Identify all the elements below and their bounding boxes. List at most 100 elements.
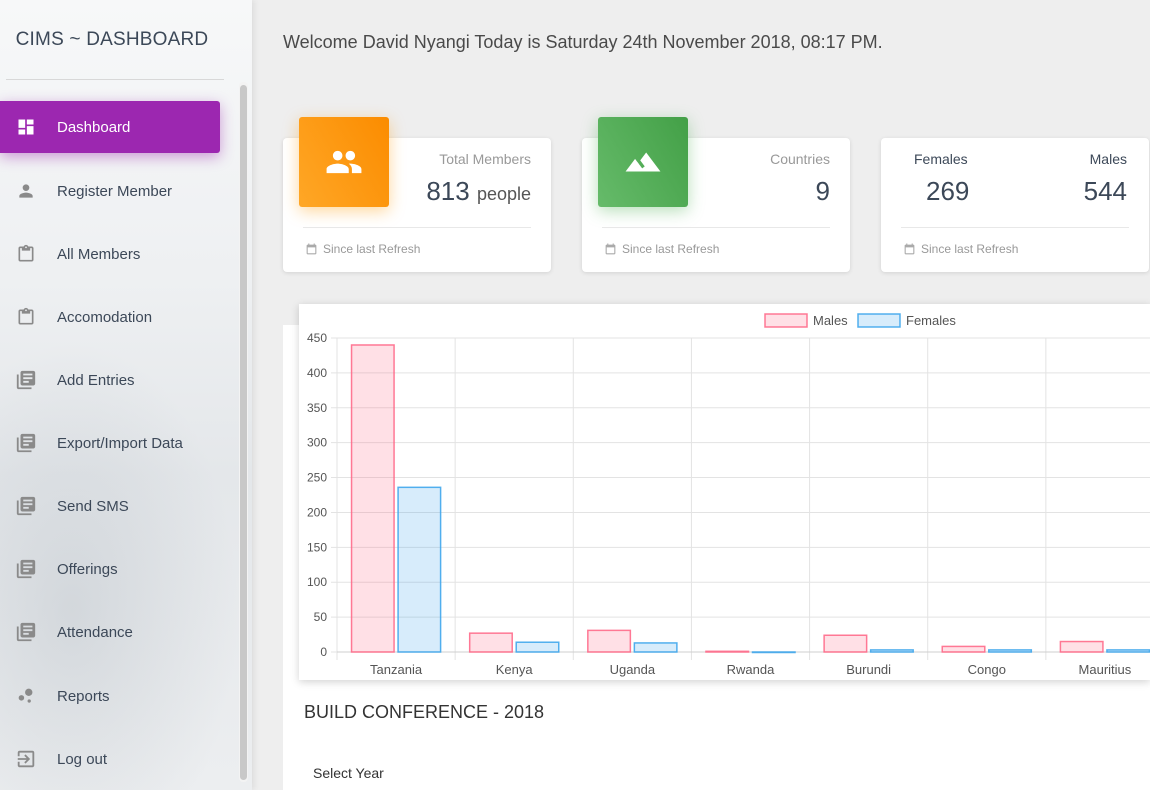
- sidebar-item-label: Offerings: [57, 560, 118, 578]
- sidebar-item-label: Dashboard: [57, 118, 131, 136]
- countries-card: Countries 9 Since last Refresh: [582, 117, 850, 272]
- card-divider: [303, 227, 531, 228]
- y-tick-label: 150: [307, 540, 327, 554]
- sidebar-item-dashboard[interactable]: Dashboard: [0, 101, 220, 153]
- bar-females: [633, 642, 678, 653]
- y-tick-label: 0: [320, 645, 327, 659]
- males-value: 544: [1083, 176, 1127, 206]
- library-books-icon: [15, 558, 37, 580]
- total-members-value: 813: [426, 176, 470, 206]
- males-label: Males: [1089, 151, 1127, 167]
- chart-title: BUILD CONFERENCE - 2018: [304, 702, 545, 722]
- y-tick-label: 400: [307, 366, 327, 380]
- bar-females: [1106, 649, 1150, 653]
- sidebar-item-label: Log out: [57, 750, 108, 768]
- legend-females-label: Females: [906, 313, 956, 328]
- bar-males: [1059, 640, 1104, 653]
- card-footer-text: Since last Refresh: [323, 242, 421, 256]
- welcome-message: Welcome David Nyangi Today is Saturday 2…: [283, 32, 883, 52]
- sidebar-item-reports[interactable]: Reports: [0, 670, 220, 722]
- brand-title[interactable]: CIMS ~ DASHBOARD: [0, 0, 224, 80]
- x-tick-label: Congo: [968, 662, 1006, 677]
- calendar-icon: [306, 243, 317, 254]
- select-year-label[interactable]: Select Year: [313, 765, 384, 781]
- x-tick-label: Tanzania: [370, 662, 423, 677]
- females-value: 269: [926, 176, 970, 206]
- y-tick-label: 350: [307, 401, 327, 415]
- sidebar-item-label: Attendance: [57, 623, 133, 641]
- sidebar-item-attendance[interactable]: Attendance: [0, 606, 220, 658]
- bar-males: [941, 645, 986, 653]
- bar-males: [468, 632, 513, 653]
- sidebar-item-label: Register Member: [57, 182, 173, 200]
- sidebar-item-label: All Members: [57, 245, 141, 263]
- sidebar-item-register-member[interactable]: Register Member: [0, 165, 220, 217]
- library-books-icon: [15, 495, 37, 517]
- sidebar-item-accomodation[interactable]: Accomodation: [0, 291, 220, 343]
- card-footer-text: Since last Refresh: [921, 242, 1019, 256]
- bar-females: [869, 649, 914, 653]
- y-tick-label: 450: [307, 331, 327, 345]
- card-footer: Since last Refresh: [903, 242, 1018, 256]
- y-tick-label: 50: [314, 610, 328, 624]
- sidebar-item-label: Send SMS: [57, 497, 129, 515]
- x-tick-label: Kenya: [496, 662, 534, 677]
- card-category: Countries: [770, 151, 830, 167]
- bar-males: [587, 629, 632, 653]
- landscape-icon: [598, 117, 688, 207]
- card-footer: Since last Refresh: [305, 242, 420, 256]
- dashboard-icon: [15, 116, 37, 138]
- x-tick-label: Uganda: [610, 662, 656, 677]
- total-members-card: Total Members 813 people Since last Refr…: [283, 117, 551, 272]
- card-category: Total Members: [439, 151, 531, 167]
- bar-chart: 0 50 100 150 200 250 300 350 400 450 Tanzania Kenya…: [307, 313, 1150, 677]
- person-icon: [15, 180, 37, 202]
- x-tick-label: Mauritius: [1079, 662, 1132, 677]
- countries-value: 9: [815, 176, 830, 206]
- card-value: 813 people: [426, 176, 531, 207]
- sidebar-item-label: Export/Import Data: [57, 434, 183, 452]
- bar-chart-card: 0 50 100 150 200 250 300 350 400 450 Tanzania Kenya…: [299, 304, 1150, 680]
- gender-card: Females Males 269 544 Since last Refresh: [881, 138, 1149, 272]
- bar-females: [515, 641, 560, 653]
- clipboard-icon: [15, 306, 37, 328]
- bar-males: [705, 650, 750, 653]
- library-books-icon: [15, 369, 37, 391]
- females-label: Females: [914, 151, 968, 167]
- y-tick-label: 200: [307, 505, 327, 519]
- x-tick-label: Burundi: [846, 662, 891, 677]
- y-tick-label: 300: [307, 436, 327, 450]
- sidebar-item-export-import-data[interactable]: Export/Import Data: [0, 417, 220, 469]
- sidebar-item-log-out[interactable]: Log out: [0, 733, 220, 785]
- card-footer-text: Since last Refresh: [622, 242, 720, 256]
- calendar-icon: [605, 243, 616, 254]
- card-footer: Since last Refresh: [604, 242, 719, 256]
- brand-divider: [6, 79, 224, 80]
- sidebar-item-all-members[interactable]: All Members: [0, 228, 220, 280]
- sidebar-item-offerings[interactable]: Offerings: [0, 543, 220, 595]
- sidebar-scrollbar-thumb[interactable]: [240, 85, 247, 780]
- total-members-unit: people: [476, 184, 531, 204]
- sidebar-item-add-entries[interactable]: Add Entries: [0, 354, 220, 406]
- sidebar-item-label: Add Entries: [57, 371, 135, 389]
- library-books-icon: [15, 621, 37, 643]
- clipboard-icon: [15, 243, 37, 265]
- calendar-icon: [904, 243, 915, 254]
- library-books-icon: [15, 432, 37, 454]
- bar-females: [751, 651, 796, 654]
- sidebar-item-label: Reports: [57, 687, 110, 705]
- legend-males-label: Males: [813, 313, 848, 328]
- card-divider: [901, 227, 1129, 228]
- sidebar-item-label: Accomodation: [57, 308, 153, 326]
- bar-males: [350, 344, 395, 653]
- card-divider: [602, 227, 830, 228]
- y-tick-label: 100: [307, 575, 327, 589]
- bar-males: [823, 634, 868, 653]
- logout-icon: [15, 748, 37, 770]
- bar-females: [988, 649, 1033, 653]
- bubble-chart-icon: [15, 685, 37, 707]
- sidebar-item-send-sms[interactable]: Send SMS: [0, 480, 220, 532]
- x-tick-label: Rwanda: [727, 662, 775, 677]
- sidebar: CIMS ~ DASHBOARD Dashboard Register Memb…: [0, 0, 252, 790]
- bar-females: [397, 486, 442, 653]
